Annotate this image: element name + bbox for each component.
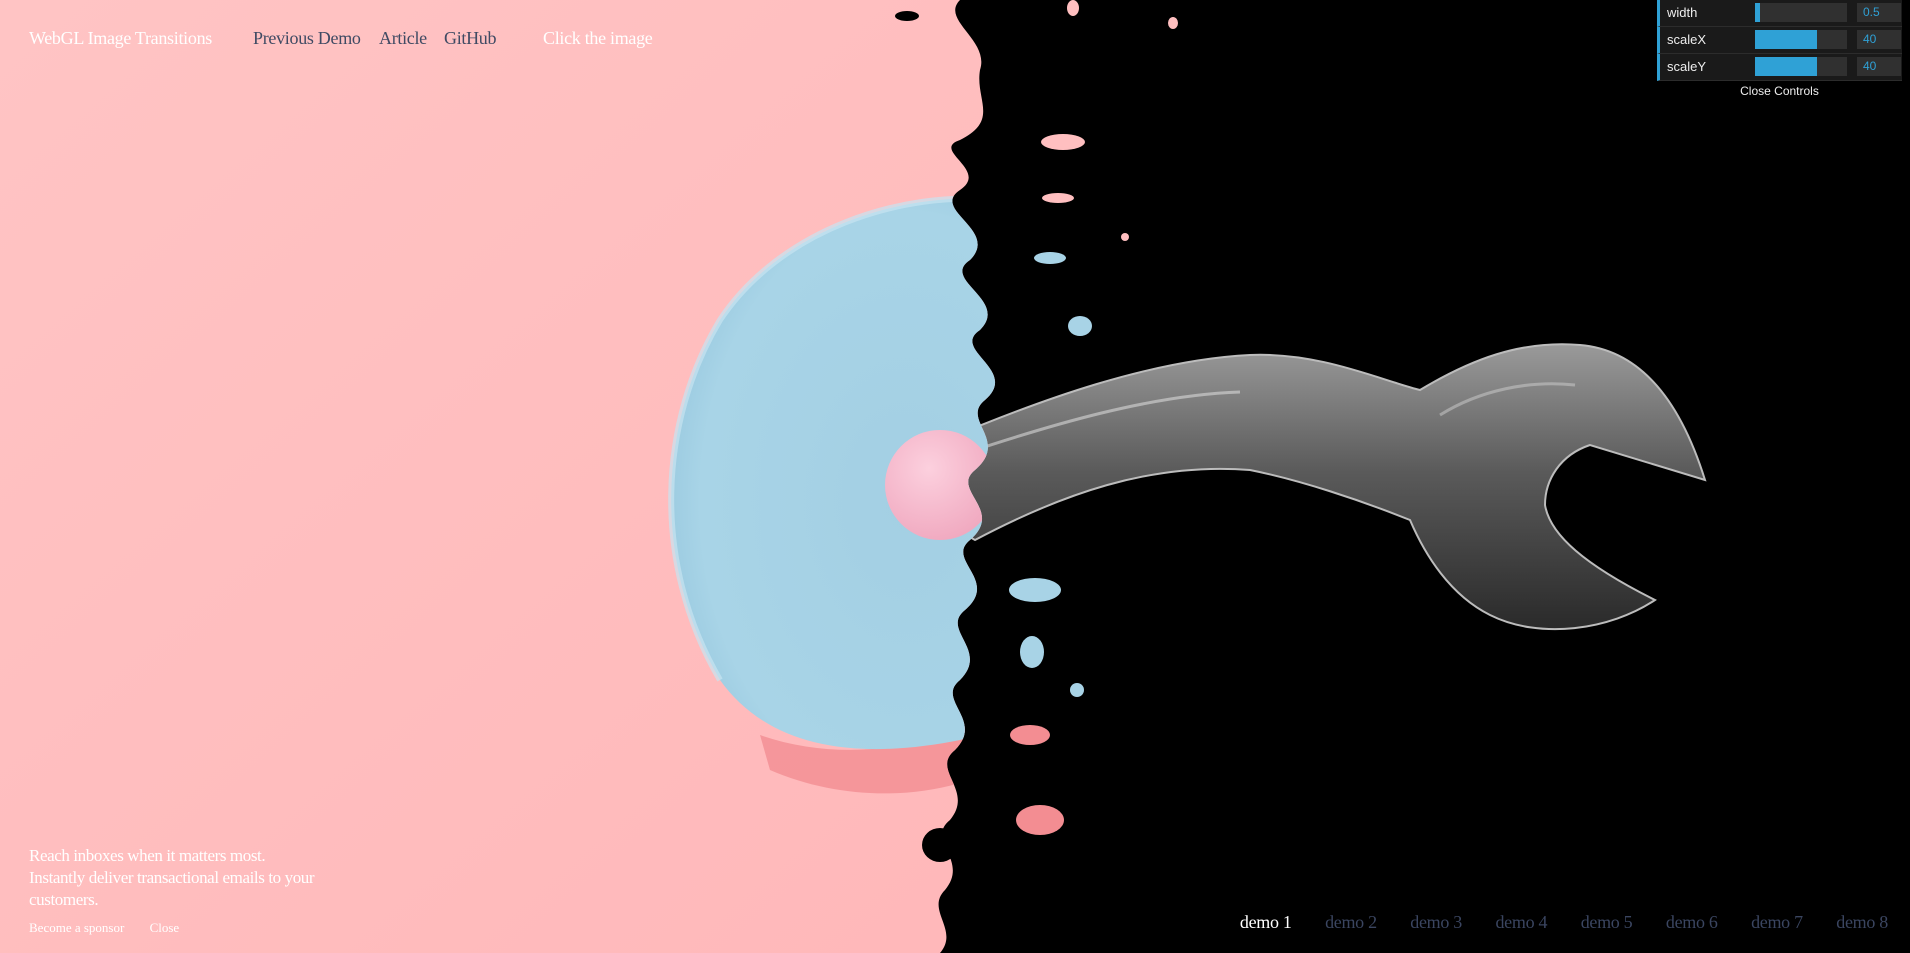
slider-fill <box>1755 57 1817 76</box>
sponsor-links: Become a sponsor Close <box>29 920 201 936</box>
become-sponsor-link[interactable]: Become a sponsor <box>29 920 124 935</box>
control-row-scaley: scaleY 40 <box>1657 54 1902 81</box>
slider-fill <box>1755 3 1760 22</box>
site-title: WebGL Image Transitions <box>29 28 212 48</box>
github-link[interactable]: GitHub <box>444 28 497 49</box>
controls-panel: width 0.5 scaleX 40 scaleY 40 Close Cont… <box>1657 0 1902 101</box>
demo-link[interactable]: demo 5 <box>1581 912 1633 932</box>
scalex-value-input[interactable]: 40 <box>1857 30 1901 49</box>
article-link[interactable]: Article <box>379 28 427 49</box>
width-value-input[interactable]: 0.5 <box>1857 3 1901 22</box>
demo-link[interactable]: demo 8 <box>1836 912 1888 932</box>
sponsor-close-link[interactable]: Close <box>150 920 180 935</box>
close-controls-button[interactable]: Close Controls <box>1657 81 1902 101</box>
previous-demo-link[interactable]: Previous Demo <box>253 28 361 49</box>
click-hint: Click the image <box>543 28 653 48</box>
demo-nav: demo 1 demo 2 demo 3 demo 4 demo 5 demo … <box>1211 912 1888 933</box>
control-label: width <box>1667 5 1698 20</box>
demo-link[interactable]: demo 1 <box>1240 912 1292 932</box>
bowl-image <box>0 0 996 953</box>
control-row-width: width 0.5 <box>1657 0 1902 27</box>
demo-link[interactable]: demo 6 <box>1666 912 1718 932</box>
control-label: scaleY <box>1667 59 1707 74</box>
demo-link[interactable]: demo 3 <box>1410 912 1462 932</box>
demo-link[interactable]: demo 2 <box>1325 912 1377 932</box>
demo-link[interactable]: demo 4 <box>1495 912 1547 932</box>
width-slider[interactable] <box>1755 3 1847 22</box>
slider-fill <box>1755 30 1817 49</box>
scalex-slider[interactable] <box>1755 30 1847 49</box>
scaley-value-input[interactable]: 40 <box>1857 57 1901 76</box>
control-label: scaleX <box>1667 32 1707 47</box>
control-row-scalex: scaleX 40 <box>1657 27 1902 54</box>
sponsor-text: Reach inboxes when it matters most. Inst… <box>29 846 315 909</box>
demo-link[interactable]: demo 7 <box>1751 912 1803 932</box>
scaley-slider[interactable] <box>1755 57 1847 76</box>
transition-canvas[interactable] <box>0 0 1910 953</box>
